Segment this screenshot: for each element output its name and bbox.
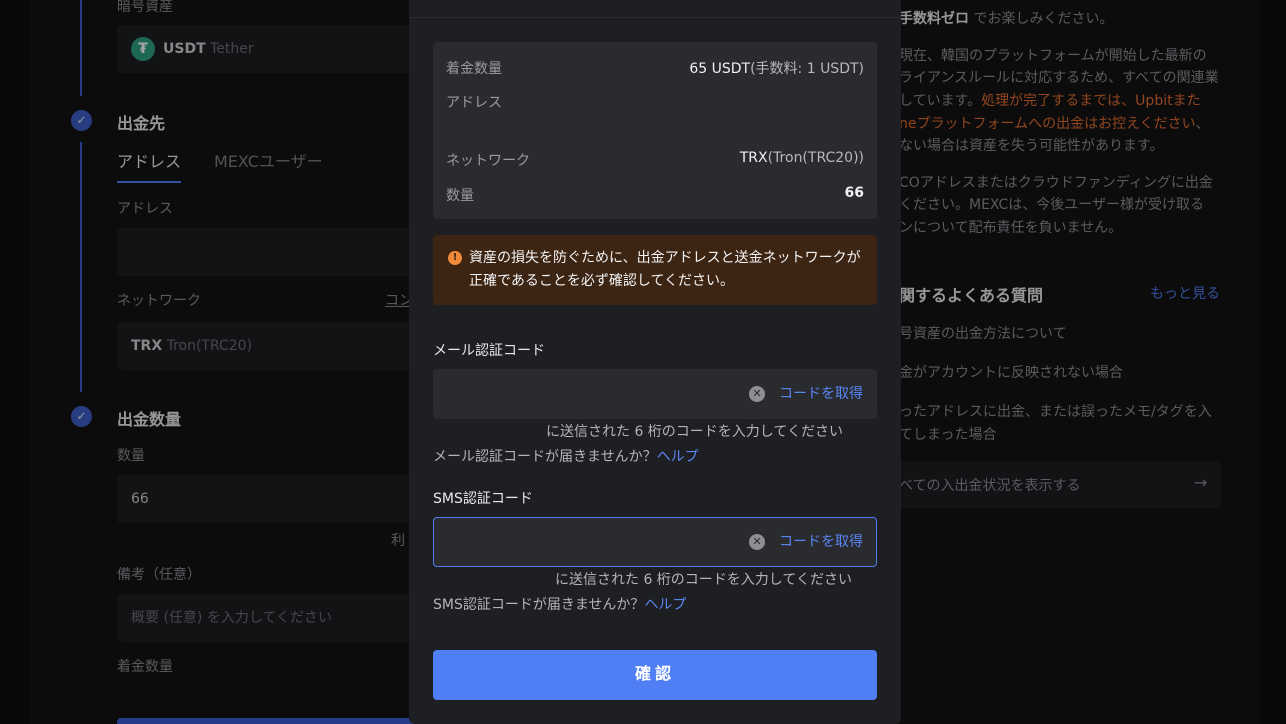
quantity-value: 66: [844, 185, 864, 201]
warning-text: 資産の損失を防ぐために、出金アドレスと送金ネットワークが正確であることを必ず確認…: [469, 250, 861, 289]
email-code-field[interactable]: ✕ コードを取得: [433, 369, 877, 419]
email-help-question: メール認証コードが届きませんか？: [433, 449, 657, 465]
arrival-value: 65 USDT(手数料: 1 USDT): [689, 61, 864, 77]
arrival-label: 着金数量: [446, 61, 502, 77]
withdraw-summary: 着金数量 65 USDT(手数料: 1 USDT) アドレス ネットワーク TR…: [433, 42, 877, 219]
address-label: アドレス: [446, 95, 502, 111]
sms-code-field[interactable]: ✕ コードを取得: [433, 517, 877, 567]
warning-icon: !: [448, 251, 462, 265]
summary-row-address: アドレス: [446, 92, 864, 112]
sms-help-question: SMS認証コードが届きませんか？: [433, 597, 645, 613]
confirm-button[interactable]: 確認: [433, 650, 877, 700]
clear-icon[interactable]: ✕: [749, 534, 765, 550]
email-code-input[interactable]: [446, 370, 736, 418]
quantity-label: 数量: [446, 188, 474, 204]
email-help-line: メール認証コードが届きませんか？ヘルプ: [433, 446, 699, 466]
email-help-link[interactable]: ヘルプ: [657, 449, 699, 465]
sms-code-input[interactable]: [446, 518, 736, 566]
screen: 暗号資産 ₮ USDT Tether ✓ 出金先 アドレス MEXCユーザー ア…: [0, 0, 1286, 724]
sms-get-code-button[interactable]: コードを取得: [779, 518, 863, 566]
sms-code-hint: に送信された 6 桁のコードを入力してください: [555, 572, 852, 588]
sms-code-label: SMS認証コード: [433, 491, 533, 507]
summary-row-quantity: 数量 66: [446, 185, 864, 205]
sms-help-line: SMS認証コードが届きませんか？ヘルプ: [433, 594, 686, 614]
clear-icon[interactable]: ✕: [749, 386, 765, 402]
modal-divider: [409, 17, 901, 18]
withdraw-confirm-modal: 着金数量 65 USDT(手数料: 1 USDT) アドレス ネットワーク TR…: [409, 0, 901, 724]
network-label: ネットワーク: [446, 153, 530, 169]
email-code-label: メール認証コード: [433, 343, 545, 359]
network-value: TRX(Tron(TRC20)): [739, 150, 864, 166]
email-get-code-button[interactable]: コードを取得: [779, 370, 863, 418]
warning-banner: ! 資産の損失を防ぐために、出金アドレスと送金ネットワークが正確であることを必ず…: [433, 235, 877, 305]
email-code-hint: に送信された 6 桁のコードを入力してください: [546, 424, 843, 440]
sms-help-link[interactable]: ヘルプ: [644, 597, 686, 613]
summary-row-network: ネットワーク TRX(Tron(TRC20)): [446, 150, 864, 170]
summary-row-arrival: 着金数量 65 USDT(手数料: 1 USDT): [446, 58, 864, 78]
